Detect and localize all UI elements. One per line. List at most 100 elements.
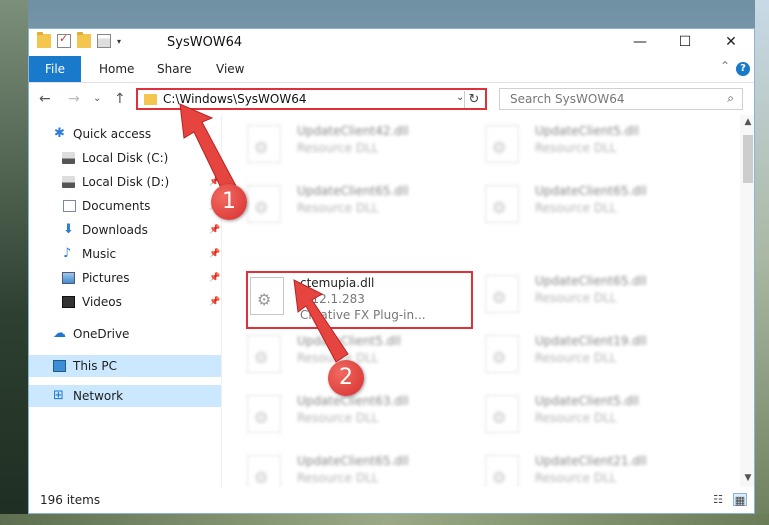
file-type: Resource DLL [297, 201, 379, 215]
sidebar-item-this-pc[interactable]: This PC [29, 355, 221, 377]
scroll-up-icon[interactable]: ▲ [740, 117, 754, 127]
sidebar-item-videos[interactable]: Videos 📌 [29, 291, 221, 313]
dll-file-icon [485, 275, 519, 313]
file-name: UpdateClient5.dll [297, 334, 401, 348]
file-tile[interactable]: UpdateClient21.dll Resource DLL [460, 445, 680, 487]
pin-icon[interactable]: 📌 [209, 291, 220, 313]
file-name: UpdateClient19.dll [535, 334, 647, 348]
network-icon: ⊞ [53, 388, 64, 403]
file-name: UpdateClient42.dll [297, 124, 409, 138]
sidebar-item-label: Quick access [73, 127, 152, 141]
sidebar-item-label: OneDrive [73, 327, 130, 341]
file-name: UpdateClient5.dll [535, 124, 639, 138]
file-type: Resource DLL [535, 201, 617, 215]
sidebar-item-music[interactable]: ♪ Music 📌 [29, 243, 221, 265]
dll-file-icon [485, 125, 519, 163]
sidebar-item-documents[interactable]: Documents 📌 [29, 195, 221, 217]
quick-access-toolbar: ▾ [37, 32, 121, 48]
video-icon [62, 296, 75, 308]
folder-icon[interactable] [37, 32, 51, 48]
minimize-button[interactable]: — [618, 29, 662, 56]
address-path[interactable]: C:\Windows\SysWOW64 [163, 92, 307, 106]
computer-icon [53, 360, 66, 372]
maximize-button[interactable]: ☐ [663, 29, 707, 56]
file-tile[interactable]: UpdateClient65.dll Resource DLL [222, 175, 442, 233]
address-row: ← → ⌄ ↑ C:\Windows\SysWOW64 ⌄ ↻ Search S… [29, 83, 754, 115]
file-type: Resource DLL [535, 141, 617, 155]
scroll-down-icon[interactable]: ▼ [740, 473, 754, 483]
customize-toolbar-icon[interactable] [97, 34, 111, 48]
vertical-scrollbar[interactable]: ▲ ▼ [740, 115, 754, 487]
sidebar-item-label: Music [82, 247, 117, 261]
recent-locations-button[interactable]: ⌄ [93, 93, 101, 104]
details-view-icon[interactable]: ☷ [711, 493, 725, 506]
file-name: UpdateClient63.dll [297, 394, 409, 408]
callout-1: 1 [211, 184, 247, 220]
search-input[interactable]: Search SysWOW64 ⌕ [499, 88, 743, 110]
file-tile[interactable]: UpdateClient5.dll Resource DLL [460, 385, 680, 443]
address-bar[interactable]: C:\Windows\SysWOW64 ⌄ ↻ [136, 88, 487, 110]
tab-view[interactable]: View [216, 56, 244, 82]
refresh-icon[interactable]: ↻ [464, 91, 483, 108]
file-type: Resource DLL [535, 351, 617, 365]
sidebar-item-quick-access[interactable]: ✱ Quick access [29, 123, 221, 145]
document-icon [63, 200, 76, 212]
collapse-ribbon-icon[interactable]: ⌃ [720, 59, 730, 73]
pin-icon[interactable]: 📌 [209, 219, 220, 241]
sidebar-item-label: This PC [73, 359, 117, 373]
dll-file-icon [485, 185, 519, 223]
sidebar-item-onedrive[interactable]: ☁ OneDrive [29, 323, 221, 345]
file-tile[interactable]: UpdateClient65.dll Resource DLL [222, 445, 442, 487]
ribbon: File Home Share View ⌃ ? [29, 56, 754, 83]
pin-icon[interactable]: 📌 [209, 267, 220, 289]
window-title: SysWOW64 [167, 35, 243, 50]
help-icon[interactable]: ? [736, 62, 750, 76]
properties-check-icon[interactable] [57, 32, 71, 48]
forward-button[interactable]: → [68, 91, 80, 107]
disk-icon [62, 176, 75, 188]
up-button[interactable]: ↑ [114, 91, 126, 107]
close-button[interactable]: ✕ [709, 29, 753, 56]
sidebar-item-local-disk-d[interactable]: Local Disk (D:) 📌 [29, 171, 221, 193]
file-explorer-window: ▾ SysWOW64 — ☐ ✕ File Home Share View ⌃ … [28, 28, 755, 514]
cloud-icon: ☁ [53, 326, 66, 341]
sidebar-item-label: Downloads [82, 223, 148, 237]
dll-file-icon [485, 335, 519, 373]
highlight-box [246, 271, 473, 329]
status-bar: 196 items ☷ ▦ [29, 487, 754, 513]
file-tile[interactable]: UpdateClient5.dll Resource DLL [460, 115, 680, 173]
file-type: Resource DLL [535, 291, 617, 305]
new-folder-icon[interactable] [77, 32, 91, 48]
file-tile[interactable]: UpdateClient65.dll Resource DLL [460, 175, 680, 233]
file-list: UpdateClient42.dll Resource DLL UpdateCl… [222, 115, 740, 487]
back-button[interactable]: ← [39, 91, 51, 107]
dll-file-icon [247, 185, 281, 223]
item-count: 196 items [40, 493, 101, 507]
dll-file-icon [247, 125, 281, 163]
sidebar-item-label: Documents [82, 199, 151, 213]
file-tile[interactable]: UpdateClient65.dll Resource DLL [460, 265, 680, 323]
sidebar-item-pictures[interactable]: Pictures 📌 [29, 267, 221, 289]
navigation-pane: ✱ Quick access Local Disk (C:) Local Dis… [29, 123, 221, 487]
pin-icon[interactable]: 📌 [209, 243, 220, 265]
dll-file-icon [485, 455, 519, 487]
music-icon: ♪ [63, 246, 72, 261]
tab-home[interactable]: Home [99, 56, 134, 82]
scroll-thumb[interactable] [743, 135, 753, 183]
chevron-down-icon[interactable]: ▾ [117, 37, 121, 46]
desktop-background-left [0, 0, 28, 525]
file-tile[interactable]: UpdateClient63.dll Resource DLL [222, 385, 442, 443]
dll-file-icon [247, 455, 281, 487]
dll-file-icon [247, 395, 281, 433]
tiles-view-icon[interactable]: ▦ [733, 493, 747, 507]
tab-file[interactable]: File [29, 56, 81, 82]
sidebar-item-network[interactable]: ⊞ Network [29, 385, 221, 407]
desktop-background-right [755, 0, 769, 525]
sidebar-item-downloads[interactable]: ⬇ Downloads 📌 [29, 219, 221, 241]
file-tile[interactable]: UpdateClient19.dll Resource DLL [460, 325, 680, 383]
file-name: UpdateClient65.dll [535, 274, 647, 288]
tab-share[interactable]: Share [157, 56, 192, 82]
search-icon[interactable]: ⌕ [727, 91, 734, 106]
sidebar-item-local-disk-c[interactable]: Local Disk (C:) [29, 147, 221, 169]
file-tile[interactable]: UpdateClient42.dll Resource DLL [222, 115, 442, 173]
